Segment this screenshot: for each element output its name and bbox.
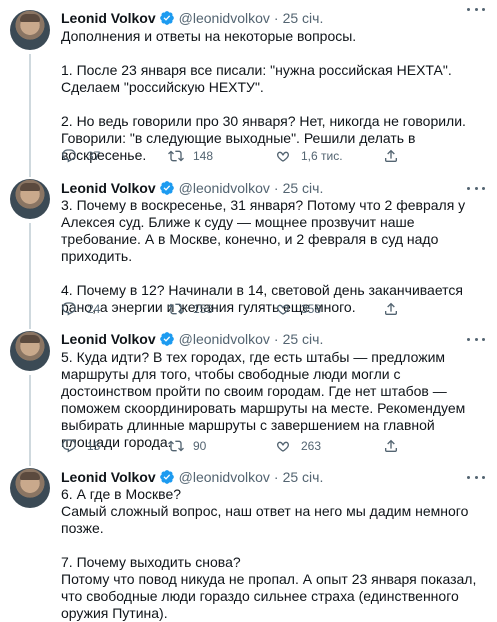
verified-badge-icon [159,332,174,346]
thread-line [29,462,31,466]
tweet-text: 5. Куда идти? В тех городах, где есть шт… [61,349,470,450]
share-icon [385,439,397,452]
avatar[interactable] [10,468,50,508]
author-handle[interactable]: @leonidvolkov [179,10,270,26]
author-name[interactable]: Leonid Volkov [61,180,156,196]
share-button[interactable] [383,148,399,167]
heart-icon [277,304,289,315]
verified-badge-icon [159,470,174,484]
tweet-actions: 15 90 263 [61,437,486,455]
retweet-button[interactable]: 90 [168,437,206,455]
author-handle[interactable]: @leonidvolkov [179,180,270,196]
thread-line [29,54,31,171]
reply-count: 15 [87,439,101,453]
tweet-2[interactable]: Leonid Volkov @leonidvolkov · 25 січ. 3.… [0,171,497,323]
more-options-icon[interactable] [467,3,485,15]
tweet-header: Leonid Volkov @leonidvolkov · 25 січ. [61,468,323,486]
more-options-icon[interactable] [467,182,485,194]
author-name[interactable]: Leonid Volkov [61,331,156,347]
reply-icon [62,302,76,316]
heart-icon [277,441,289,452]
more-options-icon[interactable] [467,471,485,483]
retweet-count: 90 [193,439,207,453]
tweet-date[interactable]: 25 січ. [283,331,324,347]
reply-count: 24 [87,302,101,316]
tweet-text: Дополнения и ответы на некоторые вопросы… [61,28,466,163]
retweet-icon [168,303,184,315]
reply-count: 37 [87,149,101,163]
like-count: 1,6 тис. [301,149,343,163]
heart-icon [277,151,289,162]
retweet-button[interactable]: 148 [168,147,213,165]
verified-badge-icon [159,11,174,25]
retweet-count: 148 [193,149,214,163]
separator-dot: · [273,469,279,485]
tweet-header: Leonid Volkov @leonidvolkov · 25 січ. [61,330,323,348]
share-button[interactable] [383,301,399,320]
tweet-actions: 37 148 1,6 тис. [61,147,486,165]
retweet-button[interactable]: 153 [168,300,213,318]
retweet-icon [168,440,184,452]
share-icon [385,149,397,162]
tweet-text: 3. Почему в воскресенье, 31 января? Пото… [61,197,466,315]
thread-line [29,223,31,323]
tweet-header: Leonid Volkov @leonidvolkov · 25 січ. [61,9,323,27]
tweet-header: Leonid Volkov @leonidvolkov · 25 січ. [61,179,323,197]
reply-button[interactable]: 15 [61,437,100,455]
tweet-date[interactable]: 25 січ. [283,10,324,26]
like-button[interactable]: 358 [275,300,321,318]
like-button[interactable]: 263 [275,437,321,455]
reply-icon [62,439,76,453]
separator-dot: · [273,10,279,26]
author-name[interactable]: Leonid Volkov [61,469,156,485]
retweet-icon [168,150,184,162]
thread-line [29,323,31,329]
author-name[interactable]: Leonid Volkov [61,10,156,26]
thread-line [29,171,31,177]
verified-badge-icon [159,181,174,195]
like-button[interactable]: 1,6 тис. [275,147,343,165]
thread-line [29,375,31,462]
like-count: 358 [301,302,322,316]
author-handle[interactable]: @leonidvolkov [179,331,270,347]
reply-icon [62,149,76,163]
reply-button[interactable]: 37 [61,147,100,165]
share-icon [385,302,397,315]
tweet-3[interactable]: Leonid Volkov @leonidvolkov · 25 січ. 5.… [0,323,497,462]
tweet-1[interactable]: Leonid Volkov @leonidvolkov · 25 січ. До… [0,0,497,171]
avatar[interactable] [10,10,50,50]
tweet-date[interactable]: 25 січ. [283,180,324,196]
avatar[interactable] [10,179,50,219]
reply-button[interactable]: 24 [61,300,100,318]
share-button[interactable] [383,438,399,457]
like-count: 263 [301,439,322,453]
tweet-text: 6. А где в Москве? Самый сложный вопрос,… [61,486,477,621]
more-options-icon[interactable] [467,333,485,345]
separator-dot: · [273,331,279,347]
tweet-4[interactable]: Leonid Volkov @leonidvolkov · 25 січ. 6.… [0,462,497,621]
tweet-actions: 24 153 358 [61,300,486,318]
retweet-count: 153 [193,302,214,316]
avatar[interactable] [10,331,50,371]
author-handle[interactable]: @leonidvolkov [179,469,270,485]
separator-dot: · [273,180,279,196]
tweet-date[interactable]: 25 січ. [283,469,324,485]
